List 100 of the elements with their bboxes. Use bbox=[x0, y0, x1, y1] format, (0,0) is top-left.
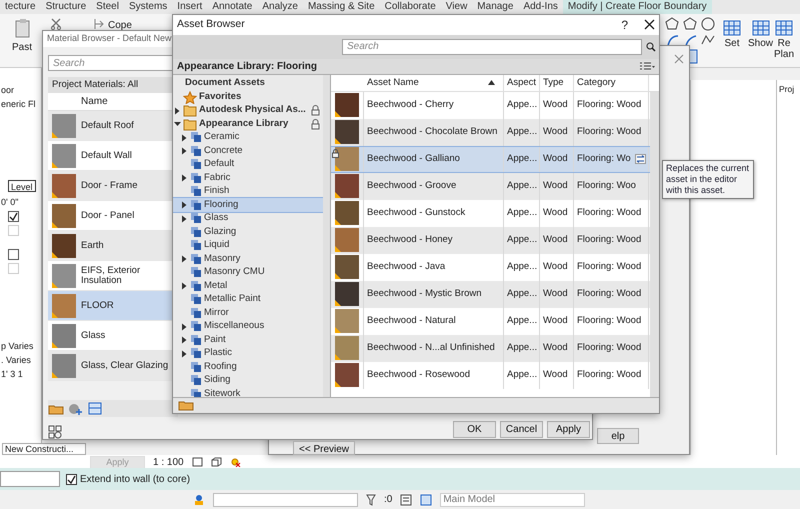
ribbon-button[interactable]: Show bbox=[748, 18, 774, 49]
expand-arrow-icon[interactable] bbox=[174, 106, 181, 114]
sun-path-icon[interactable] bbox=[230, 457, 241, 467]
table-cell: Wood bbox=[543, 260, 568, 274]
table-cell: Flooring: Wood bbox=[577, 341, 642, 356]
collapse-arrow-icon[interactable] bbox=[174, 120, 181, 128]
stacked-squares-icon bbox=[190, 226, 202, 238]
table-cell: Beechwood - Galliano bbox=[367, 152, 460, 166]
phase-dropdown[interactable]: New Constructi... bbox=[2, 443, 86, 455]
clipboard-icon[interactable] bbox=[14, 18, 32, 38]
ribbon-tab[interactable]: Systems bbox=[124, 0, 172, 14]
help-button[interactable]: ? bbox=[621, 16, 628, 34]
grid-icon bbox=[750, 18, 770, 38]
asset-row[interactable]: Beechwood - Galliano Appe... Wood Flooring: Wo bbox=[331, 146, 650, 173]
material-name: Door - Frame bbox=[81, 180, 138, 190]
stacked-squares-icon bbox=[190, 306, 202, 320]
expand-arrow-icon[interactable] bbox=[181, 134, 188, 142]
table-cell: Beechwood - Groove bbox=[367, 179, 456, 194]
ribbon-tab[interactable]: Annotate bbox=[207, 0, 258, 14]
expand-arrow-icon[interactable] bbox=[181, 201, 188, 209]
stacked-squares-icon bbox=[190, 280, 202, 292]
dialog-button[interactable]: OK bbox=[453, 421, 496, 438]
material-name: Default Wall bbox=[81, 150, 132, 160]
filter-icon[interactable] bbox=[366, 494, 376, 506]
table-cell: Beechwood - Natural bbox=[367, 314, 456, 328]
paste-label[interactable]: Past bbox=[12, 40, 32, 55]
panel-toggle-icon[interactable] bbox=[88, 402, 102, 415]
ribbon-button[interactable]: Re Plan bbox=[774, 18, 794, 60]
ribbon-tab[interactable]: View bbox=[440, 0, 472, 14]
view-scale[interactable]: 1 : 100 bbox=[153, 454, 184, 470]
asset-row[interactable]: Beechwood - Groove Appe... Wood Flooring: Woo bbox=[331, 172, 650, 200]
expand-arrow-icon[interactable] bbox=[181, 214, 188, 222]
ribbon-tab[interactable]: Modify | Create Floor Boundary bbox=[562, 0, 712, 14]
list-view-icon[interactable] bbox=[639, 61, 655, 72]
column-header[interactable]: Category bbox=[574, 74, 649, 91]
scrollbar[interactable] bbox=[650, 92, 659, 397]
help-button[interactable]: elp bbox=[597, 428, 639, 444]
column-header[interactable]: Type bbox=[540, 74, 574, 91]
ribbon-tab[interactable]: Add-Ins bbox=[518, 0, 563, 14]
expand-arrow-icon[interactable] bbox=[181, 350, 188, 358]
checkbox[interactable] bbox=[8, 211, 19, 222]
ribbon-tab[interactable]: Analyze bbox=[257, 0, 303, 14]
scrollbar[interactable] bbox=[323, 74, 331, 397]
ribbon-button[interactable]: Set bbox=[722, 18, 742, 49]
search-icon[interactable] bbox=[646, 42, 656, 52]
material-name: FLOOR bbox=[81, 300, 114, 310]
folder-icon[interactable] bbox=[48, 402, 64, 414]
expand-arrow-icon[interactable] bbox=[181, 255, 188, 263]
scissors-icon[interactable] bbox=[50, 18, 62, 30]
asset-row[interactable]: Beechwood - Mystic Brown Appe... Wood Flooring: Wood bbox=[331, 280, 650, 308]
table-cell: Appe... bbox=[507, 152, 538, 166]
editable-icon[interactable] bbox=[420, 494, 432, 506]
library-panel-icon[interactable] bbox=[48, 425, 62, 439]
checkbox[interactable] bbox=[66, 474, 77, 484]
column-header: Name bbox=[81, 95, 108, 109]
globe-add-icon[interactable] bbox=[68, 402, 84, 414]
search-field[interactable]: Search bbox=[342, 38, 642, 55]
preview-button[interactable]: << Preview bbox=[293, 441, 355, 455]
tree-item[interactable]: Favorites bbox=[173, 90, 323, 104]
dialog-button[interactable]: Cancel bbox=[500, 421, 543, 438]
table-cell: Beechwood - Mystic Brown bbox=[367, 287, 482, 302]
cope-button[interactable]: Cope bbox=[108, 18, 132, 33]
checkbox-label[interactable]: Extend into wall (to core) bbox=[80, 472, 190, 486]
column-header[interactable]: Asset Name bbox=[364, 74, 504, 91]
replace-icon[interactable] bbox=[635, 154, 646, 164]
expand-arrow-icon[interactable] bbox=[181, 147, 188, 155]
column-header[interactable]: Aspect bbox=[504, 74, 540, 91]
ribbon-tab[interactable]: Collaborate bbox=[380, 0, 441, 14]
asset-row[interactable]: Beechwood - N...al Unfinished Appe... Wood Flooring: Wood bbox=[331, 334, 650, 362]
dialog-button[interactable]: Apply bbox=[547, 421, 590, 438]
model-dropdown[interactable]: Main Model bbox=[440, 492, 586, 506]
tree-item[interactable]: Flooring bbox=[173, 198, 323, 212]
table-cell: Beechwood - Gunstock bbox=[367, 206, 466, 220]
expand-arrow-icon[interactable] bbox=[181, 174, 188, 182]
expand-arrow-icon[interactable] bbox=[181, 336, 188, 344]
worksets-icon[interactable] bbox=[193, 494, 205, 506]
close-icon[interactable] bbox=[644, 19, 655, 30]
ribbon-tab[interactable]: Massing & Site bbox=[302, 0, 380, 14]
ribbon-tab[interactable]: Structure bbox=[40, 0, 92, 14]
ribbon-tab[interactable]: tecture bbox=[0, 0, 41, 14]
design-options-icon[interactable] bbox=[400, 494, 412, 506]
asset-row[interactable]: Beechwood - Chocolate Brown Appe... Wood Flooring: Wood bbox=[331, 118, 650, 146]
expand-arrow-icon[interactable] bbox=[181, 322, 188, 330]
table-cell: Appe... bbox=[507, 233, 538, 248]
asset-row[interactable]: Beechwood - Honey Appe... Wood Flooring: Wood bbox=[331, 226, 650, 254]
ribbon-tab[interactable]: Insert bbox=[172, 0, 208, 14]
table-cell: Beechwood - N...al Unfinished bbox=[367, 341, 495, 356]
table-cell: Flooring: Wood bbox=[577, 368, 642, 382]
input-field[interactable] bbox=[0, 471, 60, 487]
table-cell: Appe... bbox=[507, 341, 538, 356]
cope-icon[interactable] bbox=[93, 18, 105, 30]
column-header: Level bbox=[8, 180, 36, 192]
expand-arrow-icon[interactable] bbox=[181, 282, 188, 290]
folder-icon[interactable] bbox=[178, 399, 194, 412]
checkbox[interactable] bbox=[8, 249, 19, 260]
table-cell: Flooring: Wood bbox=[577, 260, 642, 274]
ribbon-tab[interactable]: Manage bbox=[472, 0, 518, 14]
ribbon-tab[interactable]: Steel bbox=[91, 0, 124, 14]
visual-style-icon[interactable] bbox=[210, 457, 222, 467]
detail-level-icon[interactable] bbox=[192, 457, 203, 467]
